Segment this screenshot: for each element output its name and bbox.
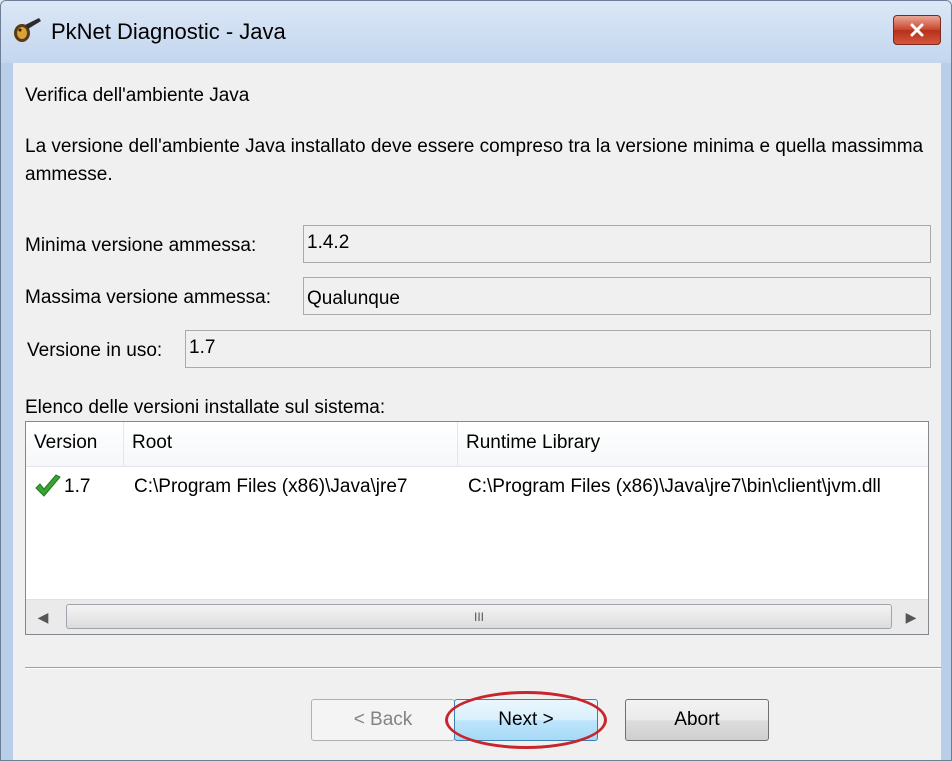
list-header: Version Root Runtime Library [26,422,928,467]
window-title: PkNet Diagnostic - Java [51,19,286,44]
page-heading: Verifica dell'ambiente Java [25,85,250,106]
column-header-version[interactable]: Version [26,422,124,466]
current-version-label: Versione in uso: [27,340,163,361]
next-button[interactable]: Next > [454,699,598,741]
separator [25,667,941,669]
installed-versions-label: Elenco delle versioni installate sul sis… [25,397,386,418]
scroll-grip: III [473,609,484,624]
close-button[interactable] [893,15,941,45]
list-row[interactable]: 1.7 C:\Program Files (x86)\Java\jre7 C:\… [26,468,928,512]
scroll-thumb[interactable]: III [66,604,892,629]
min-version-label: Minima versione ammessa: [25,235,257,256]
max-version-label: Massima versione ammessa: [25,287,272,308]
dialog-window: PkNet Diagnostic - Java Verifica dell'am… [0,0,952,761]
dialog-content: Verifica dell'ambiente Java La versione … [13,63,941,760]
scroll-right-icon[interactable]: ▶ [894,600,928,634]
scroll-left-icon[interactable]: ◀ [26,600,60,634]
page-description: La versione dell'ambiente Java installat… [25,136,924,185]
column-header-runtime[interactable]: Runtime Library [458,422,928,466]
row-runtime: C:\Program Files (x86)\Java\jre7\bin\cli… [468,476,881,497]
horizontal-scrollbar[interactable]: ◀ III ▶ [26,599,928,634]
row-version: 1.7 [64,476,91,497]
close-icon [910,23,924,37]
current-version-field[interactable]: 1.7 [185,330,931,368]
back-button[interactable]: < Back [311,699,455,741]
installed-versions-list[interactable]: Version Root Runtime Library 1.7 C:\Prog… [25,421,929,635]
column-header-root[interactable]: Root [124,422,458,466]
abort-button[interactable]: Abort [625,699,769,741]
max-version-field[interactable]: Qualunque [303,277,931,315]
min-version-field[interactable]: 1.4.2 [303,225,931,263]
app-logo-icon [11,15,43,45]
row-root: C:\Program Files (x86)\Java\jre7 [134,476,408,497]
title-bar[interactable]: PkNet Diagnostic - Java [1,1,951,63]
checkmark-icon [34,474,62,506]
